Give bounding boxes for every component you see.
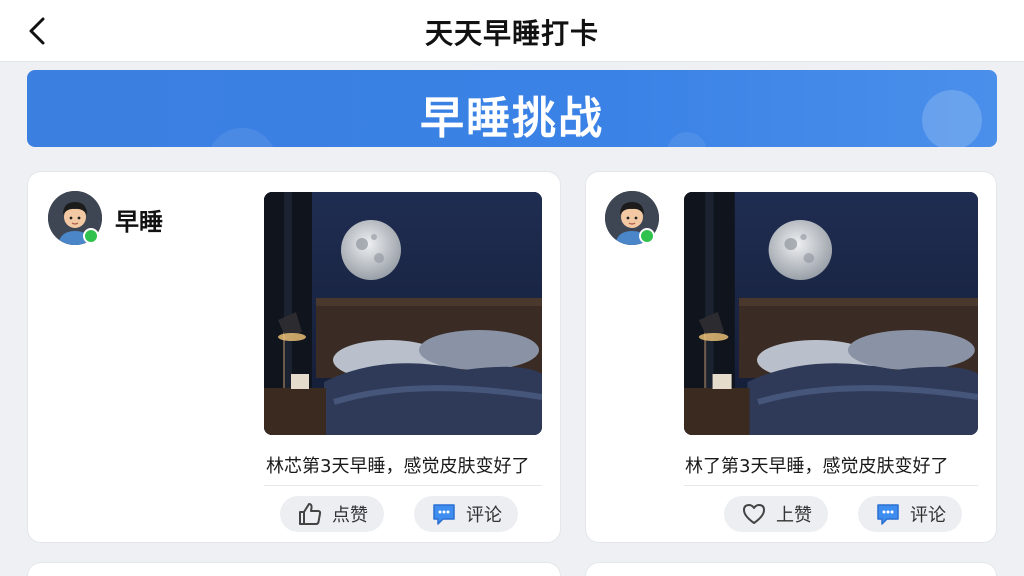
online-status-dot xyxy=(639,228,655,244)
top-nav-bar: 天天早睡打卡 xyxy=(0,0,1024,62)
post-card-next xyxy=(27,562,561,576)
banner-title: 早睡挑战 xyxy=(420,93,604,144)
post-text: 林芯第3天早睡，感觉皮肤变好了 xyxy=(266,456,530,477)
post-card: 林了第3天早睡，感觉皮肤变好了 上赞 评论 xyxy=(585,171,997,543)
heart-icon xyxy=(743,504,765,524)
like-label: 点赞 xyxy=(332,505,368,526)
page-title: 天天早睡打卡 xyxy=(424,17,599,50)
thumbs-up-icon xyxy=(299,503,322,525)
like-label: 上赞 xyxy=(776,505,812,526)
chat-bubble-icon xyxy=(433,504,455,525)
post-card: 早睡 林芯第3天早睡，感觉皮肤变好了 点赞 评论 xyxy=(27,171,561,543)
online-status-dot xyxy=(83,228,99,244)
post-card-next xyxy=(585,562,997,576)
night-bedroom-image xyxy=(264,192,542,435)
chat-bubble-icon xyxy=(877,504,899,525)
post-photo[interactable] xyxy=(264,192,542,435)
like-button[interactable]: 上赞 xyxy=(724,496,828,532)
night-bedroom-image xyxy=(684,192,978,435)
comment-button[interactable]: 评论 xyxy=(414,496,518,532)
divider xyxy=(684,485,978,486)
comment-label: 评论 xyxy=(466,505,502,526)
like-button[interactable]: 点赞 xyxy=(280,496,384,532)
divider xyxy=(264,485,542,486)
comment-button[interactable]: 评论 xyxy=(858,496,962,532)
username[interactable]: 早睡 xyxy=(115,202,163,237)
post-photo[interactable] xyxy=(684,192,978,435)
challenge-banner[interactable]: 早睡挑战 xyxy=(27,70,997,147)
comment-label: 评论 xyxy=(910,505,946,526)
post-text: 林了第3天早睡，感觉皮肤变好了 xyxy=(685,456,949,477)
